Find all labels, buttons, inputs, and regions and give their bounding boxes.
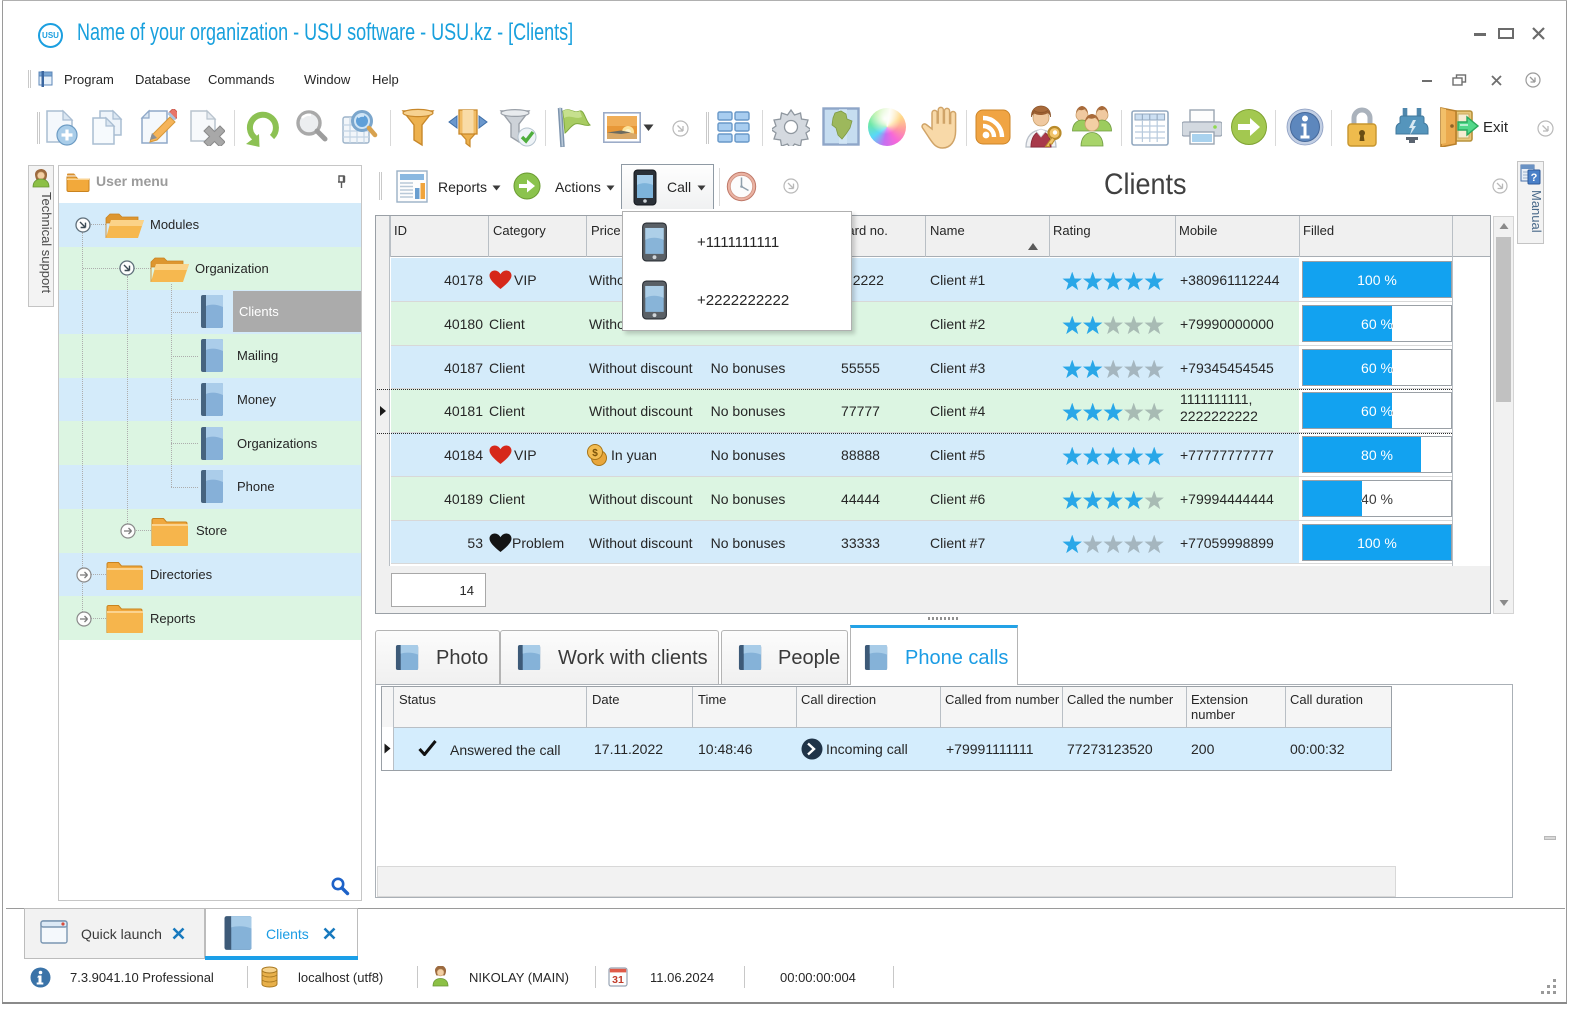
svg-text:?: ? bbox=[1531, 172, 1538, 184]
svg-text:$: $ bbox=[592, 448, 598, 459]
svg-text:31: 31 bbox=[612, 974, 624, 986]
